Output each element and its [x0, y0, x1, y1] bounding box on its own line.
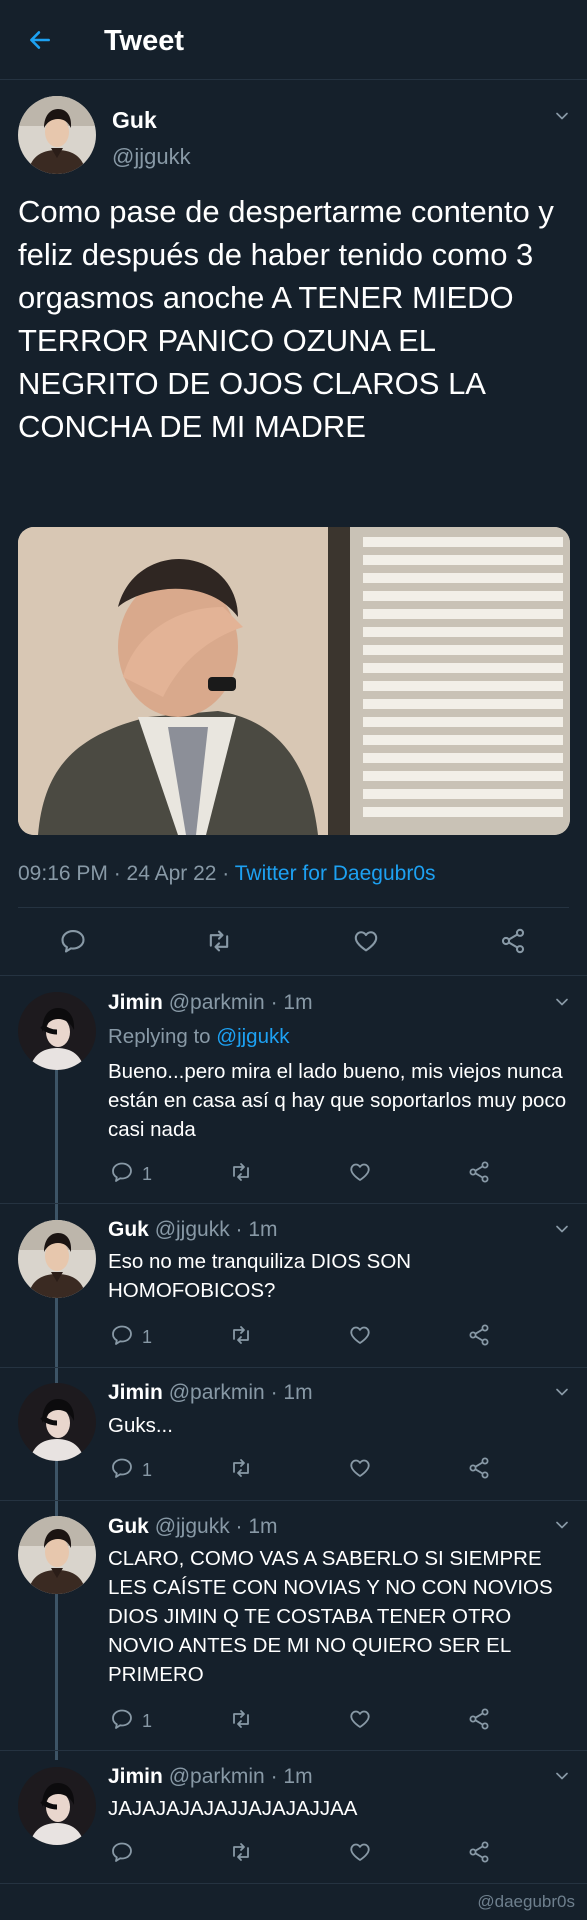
reply-count: 1	[142, 1460, 153, 1480]
reply-time: · 1m	[270, 991, 313, 1014]
retweet-icon[interactable]	[229, 1323, 253, 1347]
reply-header: Jimin @parkmin · 1m	[108, 1380, 313, 1406]
author-name[interactable]: Guk	[112, 106, 157, 134]
like-icon[interactable]	[348, 1160, 372, 1184]
share-icon[interactable]	[467, 1456, 491, 1480]
reply-time: · 1m	[235, 1515, 278, 1538]
top-bar: Tweet	[0, 0, 587, 80]
tweet-timestamp: 09:16 PM · 24 Apr 22 ·	[18, 862, 235, 885]
divider	[18, 907, 569, 908]
chevron-down-icon[interactable]	[552, 106, 572, 126]
like-icon[interactable]	[348, 1323, 372, 1347]
reply-icon	[110, 1707, 134, 1736]
replying-to-label: Replying to	[108, 1025, 211, 1048]
reply-text: Bueno...pero mira el lado bueno, mis vie…	[108, 1060, 567, 1141]
retweet-icon[interactable]	[229, 1160, 253, 1184]
reply-button[interactable]: 1	[110, 1456, 152, 1485]
reply-icon	[110, 1323, 134, 1352]
reply-header: Jimin @parkmin · 1m	[108, 1764, 313, 1790]
reply-author-name[interactable]: Jimin	[108, 1381, 163, 1404]
divider	[0, 1500, 587, 1501]
share-icon[interactable]	[467, 1840, 491, 1864]
divider	[0, 1883, 587, 1884]
share-icon[interactable]	[495, 923, 531, 959]
reply-text: Guks...	[108, 1414, 173, 1437]
reply-avatar[interactable]	[18, 1383, 96, 1461]
reply-author-name[interactable]: Guk	[108, 1515, 149, 1538]
reply-icon[interactable]	[55, 923, 91, 959]
reply-author-handle[interactable]: @jjgukk	[155, 1218, 230, 1241]
chevron-down-icon[interactable]	[552, 1515, 572, 1535]
retweet-icon[interactable]	[229, 1840, 253, 1864]
like-icon[interactable]	[348, 1840, 372, 1864]
tweet-meta: 09:16 PM · 24 Apr 22 · Twitter for Daegu…	[18, 860, 436, 888]
divider	[0, 1203, 587, 1204]
reply-author-name[interactable]: Guk	[108, 1218, 149, 1241]
watermark: @daegubr0s	[477, 1892, 575, 1911]
divider	[0, 975, 587, 976]
chevron-down-icon[interactable]	[552, 1766, 572, 1786]
page-title: Tweet	[104, 25, 185, 57]
reply-time: · 1m	[270, 1765, 313, 1788]
reply-button[interactable]: 1	[110, 1160, 152, 1189]
divider	[0, 1750, 587, 1751]
reply-avatar[interactable]	[18, 1220, 96, 1298]
tweet-text: Como pase de despertarme contento y feli…	[18, 194, 554, 444]
author-handle[interactable]: @jjgukk	[112, 143, 191, 171]
reply-icon	[110, 1160, 134, 1189]
back-arrow-icon[interactable]	[24, 24, 56, 56]
reply-avatar[interactable]	[18, 1516, 96, 1594]
reply-author-handle[interactable]: @jjgukk	[155, 1515, 230, 1538]
reply-count: 1	[142, 1327, 153, 1347]
chevron-down-icon[interactable]	[552, 1382, 572, 1402]
reply-count: 1	[142, 1711, 153, 1731]
tweet-image[interactable]	[18, 527, 570, 835]
retweet-icon[interactable]	[201, 923, 237, 959]
like-icon[interactable]	[348, 1707, 372, 1731]
share-icon[interactable]	[467, 1160, 491, 1184]
reply-avatar[interactable]	[18, 1767, 96, 1845]
reply-header: Guk @jjgukk · 1m	[108, 1514, 278, 1540]
divider	[0, 1367, 587, 1368]
replying-to-link[interactable]: @jjgukk	[216, 1025, 289, 1048]
reply-button[interactable]: 1	[110, 1323, 152, 1352]
replying-to: Replying to @jjgukk	[108, 1024, 290, 1050]
retweet-icon[interactable]	[229, 1456, 253, 1480]
reply-author-name[interactable]: Jimin	[108, 1765, 163, 1788]
share-icon[interactable]	[467, 1707, 491, 1731]
reply-time: · 1m	[270, 1381, 313, 1404]
reply-author-handle[interactable]: @parkmin	[169, 1765, 265, 1788]
reply-text: Eso no me tranquiliza DIOS SON HOMOFOBIC…	[108, 1250, 412, 1302]
reply-icon	[110, 1840, 134, 1869]
reply-author-name[interactable]: Jimin	[108, 991, 163, 1014]
reply-button[interactable]: 1	[110, 1707, 152, 1736]
reply-avatar[interactable]	[18, 992, 96, 1070]
chevron-down-icon[interactable]	[552, 1219, 572, 1239]
reply-author-handle[interactable]: @parkmin	[169, 1381, 265, 1404]
retweet-icon[interactable]	[229, 1707, 253, 1731]
reply-icon	[110, 1456, 134, 1485]
reply-header: Guk @jjgukk · 1m	[108, 1217, 278, 1243]
share-icon[interactable]	[467, 1323, 491, 1347]
chevron-down-icon[interactable]	[552, 992, 572, 1012]
reply-text: CLARO, COMO VAS A SABERLO SI SIEMPRE LES…	[108, 1547, 553, 1686]
reply-author-handle[interactable]: @parkmin	[169, 991, 265, 1014]
like-icon[interactable]	[348, 923, 384, 959]
tweet-source-link[interactable]: Twitter for Daegubr0s	[235, 862, 436, 885]
author-avatar[interactable]	[18, 96, 96, 174]
reply-header: Jimin @parkmin · 1m	[108, 990, 313, 1016]
reply-text: JAJAJAJAJAJJAJAJAJJAA	[108, 1797, 358, 1820]
reply-button[interactable]	[110, 1840, 142, 1869]
reply-count: 1	[142, 1164, 153, 1184]
reply-time: · 1m	[235, 1218, 278, 1241]
like-icon[interactable]	[348, 1456, 372, 1480]
